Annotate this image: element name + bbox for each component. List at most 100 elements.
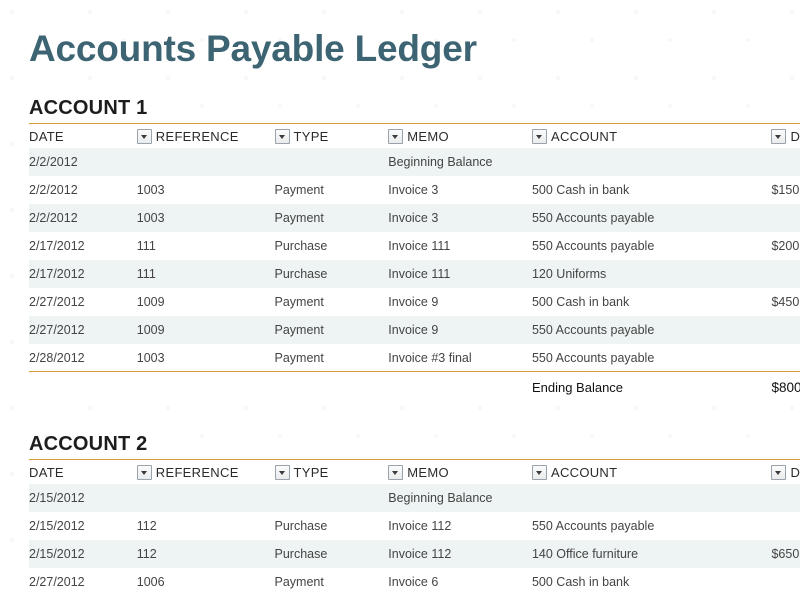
ledger-table-1: DATE REFERENCE TYPE MEMO ACCOUNT DEBIT C… <box>29 124 800 402</box>
cell-account <box>532 484 772 512</box>
column-header-date[interactable]: DATE <box>29 460 137 484</box>
table-row[interactable]: 2/2/2012 1003 Payment Invoice 3 550 Accounts… <box>29 204 800 232</box>
column-header-type[interactable]: TYPE <box>274 124 389 148</box>
column-header-account[interactable]: ACCOUNT <box>531 124 772 148</box>
cell-account <box>532 148 772 176</box>
cell-reference <box>137 484 275 512</box>
table-row[interactable]: 2/17/2012 111 Purchase Invoice 111 550 Accou… <box>29 232 800 260</box>
cell-date: 2/2/2012 <box>29 211 78 225</box>
table-row[interactable]: 2/27/2012 1009 Payment Invoice 9 550 Account… <box>29 316 800 344</box>
cell-type: Purchase <box>274 267 328 281</box>
cell-type: Payment <box>274 575 324 589</box>
cell-memo: Invoice 9 <box>388 323 439 337</box>
page-title: Accounts Payable Ledger <box>29 28 477 69</box>
account-section-2: ACCOUNT 2 DATE REFERENCE TYPE MEMO ACCOU… <box>0 432 800 596</box>
filter-dropdown-icon[interactable] <box>771 464 787 480</box>
cell-debit <box>771 204 800 232</box>
cell-debit <box>771 316 800 344</box>
column-header-account[interactable]: ACCOUNT <box>531 460 772 484</box>
cell-memo: Invoice 112 <box>388 519 452 533</box>
cell-type: Payment <box>274 323 324 337</box>
cell-debit <box>771 260 800 288</box>
cell-account: 550 Accounts payable <box>531 323 655 337</box>
header-row: DATE REFERENCE TYPE MEMO ACCOUNT DEBIT C… <box>29 460 800 484</box>
column-label: REFERENCE <box>155 128 239 144</box>
cell-reference: 1009 <box>136 323 165 337</box>
cell-memo: Invoice 9 <box>388 295 439 309</box>
table-row[interactable]: 2/27/2012 1009 Payment Invoice 9 500 Cash in… <box>29 288 800 316</box>
cell-debit <box>771 568 800 596</box>
cell-date: 2/2/2012 <box>29 155 78 169</box>
table-row[interactable]: 2/15/2012 Beginning Balance <box>29 484 800 512</box>
table-row[interactable]: 2/15/2012 112 Purchase Invoice 112 550 Accou… <box>29 512 800 540</box>
cell-empty <box>275 372 389 402</box>
cell-date: 2/15/2012 <box>29 547 85 561</box>
ending-balance-label: Ending Balance <box>531 379 624 395</box>
ledger-table-2: DATE REFERENCE TYPE MEMO ACCOUNT DEBIT C… <box>29 460 800 596</box>
filter-dropdown-icon[interactable] <box>531 128 547 144</box>
table-row[interactable]: 2/15/2012 112 Purchase Invoice 112 140 Offic… <box>29 540 800 568</box>
cell-debit: $450.00 <box>771 295 800 309</box>
cell-empty <box>137 372 275 402</box>
filter-dropdown-icon[interactable] <box>388 464 404 480</box>
cell-memo: Invoice 6 <box>388 575 439 589</box>
column-label: TYPE <box>293 128 329 144</box>
table-row[interactable]: 2/17/2012 111 Purchase Invoice 111 120 Unifo… <box>29 260 800 288</box>
cell-reference: 111 <box>136 239 156 253</box>
cell-reference: 112 <box>136 519 157 533</box>
filter-dropdown-icon[interactable] <box>771 128 787 144</box>
table-row[interactable]: 2/2/2012 Beginning Balance <box>29 148 800 176</box>
column-header-reference[interactable]: REFERENCE <box>136 460 275 484</box>
ending-balance-divider <box>29 371 800 372</box>
column-header-memo[interactable]: MEMO <box>388 124 532 148</box>
column-header-debit[interactable]: DEBIT <box>771 124 800 148</box>
filter-dropdown-icon[interactable] <box>136 464 152 480</box>
column-header-debit[interactable]: DEBIT <box>771 460 800 484</box>
filter-dropdown-icon[interactable] <box>274 464 290 480</box>
cell-debit <box>771 484 800 512</box>
cell-memo: Invoice #3 final <box>388 351 472 365</box>
cell-reference: 1009 <box>136 295 165 309</box>
filter-dropdown-icon[interactable] <box>136 128 152 144</box>
cell-memo: Invoice 112 <box>388 547 452 561</box>
cell-date: 2/27/2012 <box>29 575 85 589</box>
cell-empty <box>29 372 137 402</box>
cell-type: Payment <box>274 183 324 197</box>
table-row[interactable]: 2/27/2012 1006 Payment Invoice 6 500 Cash in… <box>29 568 800 596</box>
filter-dropdown-icon[interactable] <box>388 128 404 144</box>
section-heading: ACCOUNT 2 <box>29 433 148 455</box>
cell-debit <box>771 148 800 176</box>
cell-type <box>275 148 389 176</box>
ending-balance-value: $800.00 <box>771 379 800 395</box>
cell-type <box>275 484 389 512</box>
cell-account: 550 Accounts payable <box>531 519 655 533</box>
column-header-reference[interactable]: REFERENCE <box>136 124 275 148</box>
cell-date: 2/15/2012 <box>29 491 85 505</box>
filter-dropdown-icon[interactable] <box>274 128 290 144</box>
cell-memo: Beginning Balance <box>388 491 493 505</box>
section-heading: ACCOUNT 1 <box>29 97 148 119</box>
table-row[interactable]: 2/28/2012 1003 Payment Invoice #3 final 550 … <box>29 344 800 372</box>
cell-empty <box>388 372 532 402</box>
cell-memo: Invoice 3 <box>388 211 439 225</box>
cell-account: 140 Office furniture <box>531 547 639 561</box>
column-label: ACCOUNT <box>550 464 618 480</box>
filter-dropdown-icon[interactable] <box>531 464 547 480</box>
column-header-memo[interactable]: MEMO <box>388 460 532 484</box>
cell-reference: 1003 <box>136 211 165 225</box>
cell-type: Payment <box>274 211 324 225</box>
column-header-date[interactable]: DATE <box>29 124 137 148</box>
cell-debit <box>771 512 800 540</box>
table-row[interactable]: 2/2/2012 1003 Payment Invoice 3 500 Cash in … <box>29 176 800 204</box>
ledger-page: Accounts Payable Ledger ACCOUNT 1 DATE R… <box>0 0 800 600</box>
cell-reference: 1006 <box>136 575 165 589</box>
cell-date: 2/27/2012 <box>29 323 85 337</box>
cell-date: 2/27/2012 <box>29 295 85 309</box>
table-header: DATE REFERENCE TYPE MEMO ACCOUNT DEBIT C… <box>29 460 800 484</box>
cell-account: 120 Uniforms <box>531 267 607 281</box>
cell-memo: Beginning Balance <box>388 155 493 169</box>
column-header-type[interactable]: TYPE <box>274 460 389 484</box>
cell-debit: $150.00 <box>771 183 800 197</box>
column-label: DEBIT <box>790 464 800 480</box>
table-body: 2/2/2012 Beginning Balance 2/2/2012 1003 Pay… <box>29 148 800 402</box>
